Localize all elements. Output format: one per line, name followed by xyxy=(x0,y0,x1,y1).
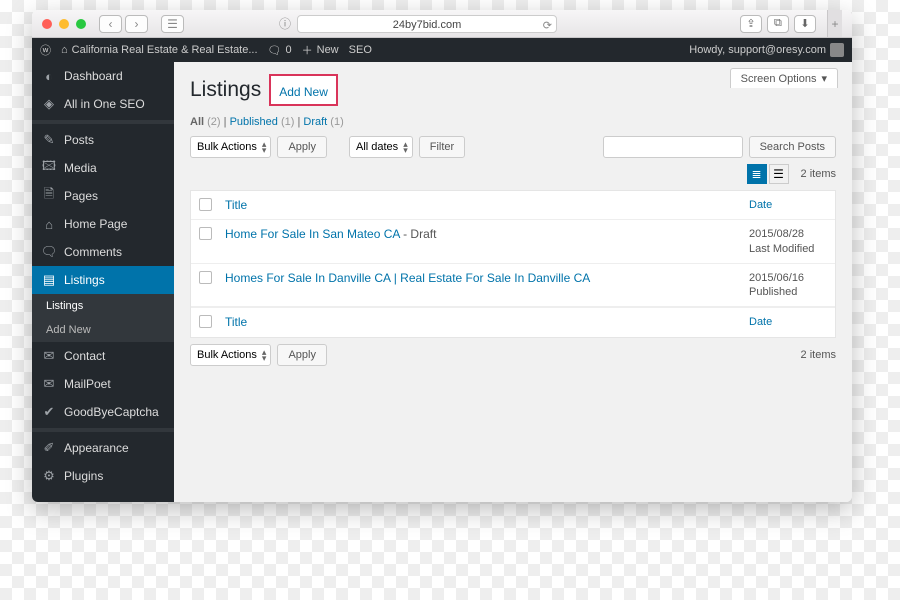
close-window-icon[interactable] xyxy=(42,19,52,29)
table-row: Home For Sale In San Mateo CA - Draft 20… xyxy=(191,220,835,264)
seo-link[interactable]: SEO xyxy=(349,44,372,56)
sidebar-item-contact[interactable]: ✉Contact xyxy=(32,342,174,370)
downloads-icon[interactable]: ⬇ xyxy=(794,15,816,33)
mail-icon: ✉ xyxy=(42,349,56,363)
wp-logo-icon[interactable]: ⓦ xyxy=(40,42,51,58)
search-input[interactable] xyxy=(603,136,743,158)
share-icon[interactable]: ⇪ xyxy=(740,15,762,33)
sidebar-item-media[interactable]: 🖾Media xyxy=(32,154,174,182)
bulk-actions-select[interactable]: Bulk Actions▴▾ xyxy=(190,344,271,366)
add-new-highlight: Add New xyxy=(269,74,338,106)
sidebar-item-dashboard[interactable]: ◐Dashboard xyxy=(32,62,174,90)
bulk-actions-select[interactable]: Bulk Actions▴▾ xyxy=(190,136,271,158)
new-tab-button[interactable]: + xyxy=(827,10,842,37)
howdy-link[interactable]: Howdy, support@oresy.com xyxy=(689,43,844,57)
row-checkbox[interactable] xyxy=(199,227,212,240)
sidebar-item-pages[interactable]: 🗎Pages xyxy=(32,182,174,210)
item-count: 2 items xyxy=(801,349,836,361)
sidebar-item-posts[interactable]: ✎Posts xyxy=(32,126,174,154)
url-field[interactable]: 24by7bid.com ⟳ xyxy=(297,15,557,33)
filter-draft[interactable]: Draft xyxy=(303,116,327,128)
table-row: Homes For Sale In Danville CA | Real Est… xyxy=(191,264,835,308)
avatar xyxy=(830,43,844,57)
column-date[interactable]: Date xyxy=(749,198,827,212)
date-filter-select[interactable]: All dates▴▾ xyxy=(349,136,413,158)
minimize-window-icon[interactable] xyxy=(59,19,69,29)
wp-admin-bar: ⓦ ⌂ California Real Estate & Real Estate… xyxy=(32,38,852,62)
site-link[interactable]: ⌂ California Real Estate & Real Estate..… xyxy=(61,44,258,56)
comments-link[interactable]: 🗨 0 xyxy=(268,44,292,57)
apply-button[interactable]: Apply xyxy=(277,136,327,158)
sidebar-item-mailpoet[interactable]: ✉MailPoet xyxy=(32,370,174,398)
dashboard-icon: ◐ xyxy=(42,69,56,83)
item-count: 2 items xyxy=(801,168,836,180)
row-title-link[interactable]: Home For Sale In San Mateo CA xyxy=(225,227,400,241)
admin-sidebar: ◐Dashboard ◈All in One SEO ✎Posts 🖾Media… xyxy=(32,62,174,502)
forward-button[interactable]: › xyxy=(125,15,148,33)
sidebar-item-comments[interactable]: 🗨Comments xyxy=(32,238,174,266)
tablenav-view: ≣ ☰ 2 items xyxy=(190,164,836,184)
add-new-button[interactable]: Add New xyxy=(279,85,328,99)
screen-options-button[interactable]: Screen Options ▾ xyxy=(730,68,838,88)
page-icon: 🗎 xyxy=(42,189,56,203)
select-all-checkbox[interactable] xyxy=(199,315,212,328)
sidebar-item-listings[interactable]: ▤Listings xyxy=(32,266,174,294)
chevron-down-icon: ▾ xyxy=(821,72,827,85)
column-title[interactable]: Title xyxy=(225,198,741,212)
sidebar-submenu-listings: Listings Add New xyxy=(32,294,174,342)
shield-icon: ◈ xyxy=(42,97,56,111)
apply-button[interactable]: Apply xyxy=(277,344,327,366)
captcha-icon: ✔ xyxy=(42,405,56,419)
home-icon: ⌂ xyxy=(42,217,56,231)
sidebar-item-captcha[interactable]: ✔GoodByeCaptcha xyxy=(32,398,174,426)
sidebar-item-aioseo[interactable]: ◈All in One SEO xyxy=(32,90,174,118)
filter-all[interactable]: All xyxy=(190,116,204,128)
sidebar-subitem-addnew[interactable]: Add New xyxy=(32,318,174,342)
sidebar-subitem-listings[interactable]: Listings xyxy=(32,294,174,318)
maximize-window-icon[interactable] xyxy=(76,19,86,29)
filter-published[interactable]: Published xyxy=(230,116,278,128)
listings-icon: ▤ xyxy=(42,273,56,287)
back-button[interactable]: ‹ xyxy=(99,15,122,33)
comment-icon: 🗨 xyxy=(42,245,56,259)
row-date: 2015/08/28Last Modified xyxy=(749,227,827,256)
column-title[interactable]: Title xyxy=(225,315,741,329)
status-filters: All (2) | Published (1) | Draft (1) xyxy=(190,116,836,128)
media-icon: 🖾 xyxy=(42,161,56,175)
filter-button[interactable]: Filter xyxy=(419,136,465,158)
browser-window: ‹ › ☰ ⓘ 24by7bid.com ⟳ ⇪ ⧉ ⬇ + ⓦ ⌂ Calif… xyxy=(32,10,852,502)
row-date: 2015/06/16Published xyxy=(749,271,827,300)
plugin-icon: ⚙ xyxy=(42,469,56,483)
new-link[interactable]: ＋ New xyxy=(302,42,339,58)
mailpoet-icon: ✉ xyxy=(42,377,56,391)
view-excerpt-button[interactable]: ☰ xyxy=(769,164,789,184)
listings-table: Title Date Home For Sale In San Mateo CA… xyxy=(190,190,836,338)
search-button[interactable]: Search Posts xyxy=(749,136,836,158)
tablenav-bottom: Bulk Actions▴▾ Apply 2 items xyxy=(190,344,836,366)
row-checkbox[interactable] xyxy=(199,271,212,284)
sidebar-item-home[interactable]: ⌂Home Page xyxy=(32,210,174,238)
tablenav-top: Bulk Actions▴▾ Apply All dates▴▾ Filter … xyxy=(190,136,836,158)
sidebar-toggle-button[interactable]: ☰ xyxy=(161,15,184,33)
titlebar: ‹ › ☰ ⓘ 24by7bid.com ⟳ ⇪ ⧉ ⬇ + xyxy=(32,10,852,38)
reader-icon[interactable]: ⓘ xyxy=(279,15,291,32)
brush-icon: ✐ xyxy=(42,441,56,455)
content-area: Screen Options ▾ Listings Add New All (2… xyxy=(174,62,852,502)
table-footer: Title Date xyxy=(191,307,835,336)
row-title-link[interactable]: Homes For Sale In Danville CA | Real Est… xyxy=(225,271,590,285)
tabs-icon[interactable]: ⧉ xyxy=(767,15,789,33)
select-all-checkbox[interactable] xyxy=(199,198,212,211)
sidebar-item-plugins[interactable]: ⚙Plugins xyxy=(32,462,174,490)
column-date[interactable]: Date xyxy=(749,315,827,329)
reload-icon[interactable]: ⟳ xyxy=(543,17,552,35)
table-header: Title Date xyxy=(191,191,835,220)
sidebar-item-appearance[interactable]: ✐Appearance xyxy=(32,434,174,462)
view-list-button[interactable]: ≣ xyxy=(747,164,767,184)
pin-icon: ✎ xyxy=(42,133,56,147)
